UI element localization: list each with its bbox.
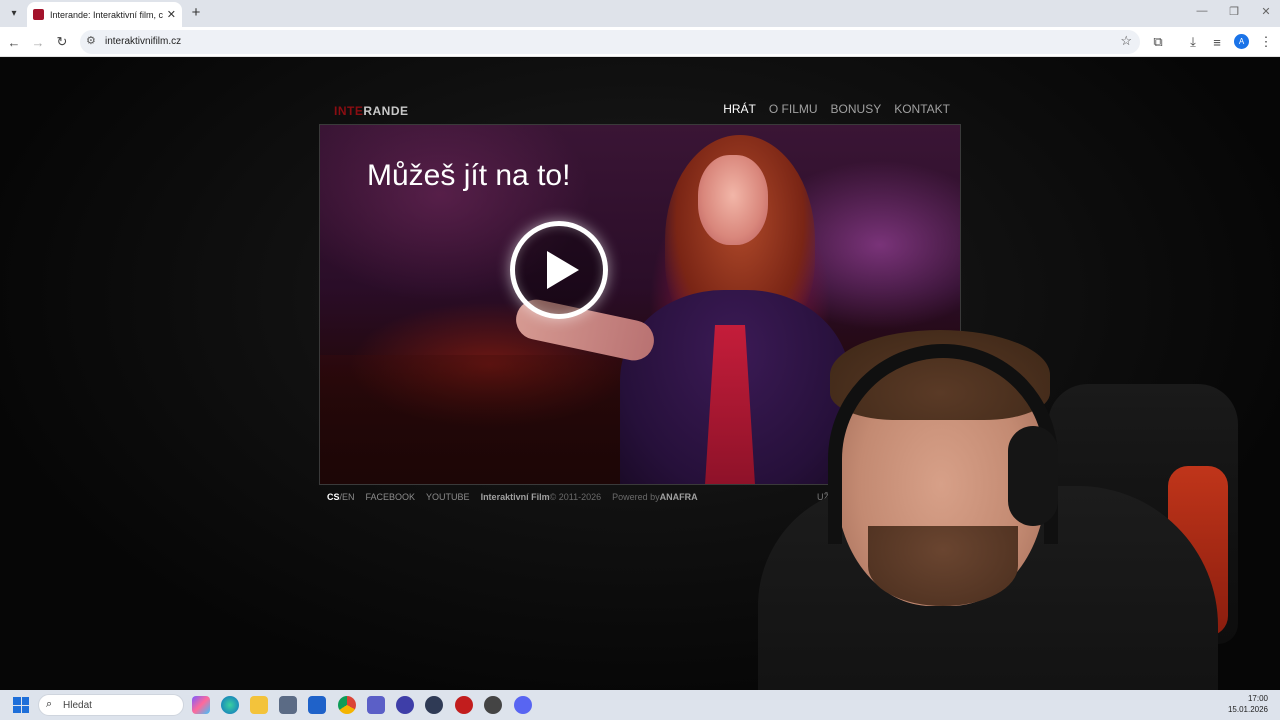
logo-part-inte: INTE [334,104,364,118]
nav-kontakt[interactable]: KONTAKT [894,102,950,116]
powered-by-text: Powered by [612,492,660,502]
discord-icon[interactable] [514,696,532,714]
taskbar-search[interactable]: ⌕ Hledat [38,694,184,716]
url-text[interactable]: interaktivnifilm.cz [105,36,181,47]
actress-face-image [698,155,768,245]
forward-icon[interactable]: → [29,33,47,51]
facebook-link[interactable]: FACEBOOK [366,492,416,502]
media-control-icon[interactable]: ≡ [1208,33,1226,51]
clock-date: 15.01.2026 [1227,705,1268,714]
back-icon[interactable]: ← [5,33,23,51]
play-button[interactable] [510,221,608,319]
film-name: Interaktivní Film [480,492,550,502]
edge-icon[interactable] [221,696,239,714]
play-icon [547,251,579,289]
nav-bonusy[interactable]: BONUSY [831,102,882,116]
tab-title: Interande: Interaktivní film, co s [50,9,163,20]
browser-tabstrip: ▾ Interande: Interaktivní film, co s ✕ +… [0,0,1280,27]
tab-search-icon[interactable]: ▾ [6,5,22,21]
bookmark-star-icon[interactable]: ☆ [1120,33,1132,49]
site-footer: CS /EN FACEBOOK YOUTUBE Interaktivní Fil… [327,492,698,502]
system-clock[interactable]: 17:00 15.01.2026 [1228,693,1268,715]
file-explorer-icon[interactable] [250,696,268,714]
logo-part-rande: RANDE [363,104,409,118]
minimize-icon[interactable]: — [1192,5,1212,17]
restore-icon[interactable]: ❐ [1224,5,1244,18]
copyright-text: © 2011-2026 [549,492,602,502]
app-icon-red[interactable] [455,696,473,714]
address-bar[interactable]: ⚙ interaktivnifilm.cz ☆ [80,30,1140,54]
main-nav: HRÁT O FILMU BONUSY KONTAKT [723,102,950,116]
hero-title: Můžeš jít na to! [367,159,571,192]
menu-kebab-icon[interactable]: ⋮ [1257,33,1275,51]
mail-icon[interactable] [308,696,326,714]
site-favicon-icon [33,9,44,20]
new-tab-icon[interactable]: + [188,4,204,21]
site-logo[interactable]: INTERANDE [334,104,409,118]
nav-o-filmu[interactable]: O FILMU [769,102,818,116]
profile-avatar[interactable]: A [1234,34,1249,49]
obs-icon[interactable] [484,696,502,714]
search-icon: ⌕ [46,698,53,710]
close-window-icon[interactable]: ✕ [1256,5,1276,18]
download-icon[interactable]: ⤓ [1184,33,1202,51]
lang-cs-link[interactable]: CS [327,492,340,502]
youtube-link[interactable]: YOUTUBE [426,492,470,502]
tab-close-icon[interactable]: ✕ [167,8,176,21]
site-info-icon[interactable]: ⚙ [86,34,96,47]
lang-en-link[interactable]: /EN [340,492,355,502]
webcam-overlay [748,326,1280,690]
taskbar-search-placeholder: Hledat [63,700,92,711]
browser-tab[interactable]: Interande: Interaktivní film, co s ✕ [27,2,182,27]
teams-icon[interactable] [367,696,385,714]
windows-taskbar: ⌕ Hledat 17:00 15.01.2026 [0,690,1280,720]
headset-earcup-image [1008,426,1058,526]
app-icon-w[interactable] [425,696,443,714]
start-button-icon[interactable] [13,697,29,713]
reload-icon[interactable]: ↻ [53,33,71,51]
browser-toolbar: ← → ↻ ⚙ interaktivnifilm.cz ☆ ⧉ ⤓ ≡ A ⋮ [0,27,1280,57]
store-icon[interactable] [279,696,297,714]
extensions-icon[interactable]: ⧉ [1149,33,1167,51]
app-icon-purple[interactable] [396,696,414,714]
clock-time: 17:00 [1247,694,1268,703]
chrome-icon[interactable] [338,696,356,714]
copilot-icon[interactable] [192,696,210,714]
anafra-link[interactable]: ANAFRA [660,492,698,502]
nav-hrat[interactable]: HRÁT [723,102,756,116]
